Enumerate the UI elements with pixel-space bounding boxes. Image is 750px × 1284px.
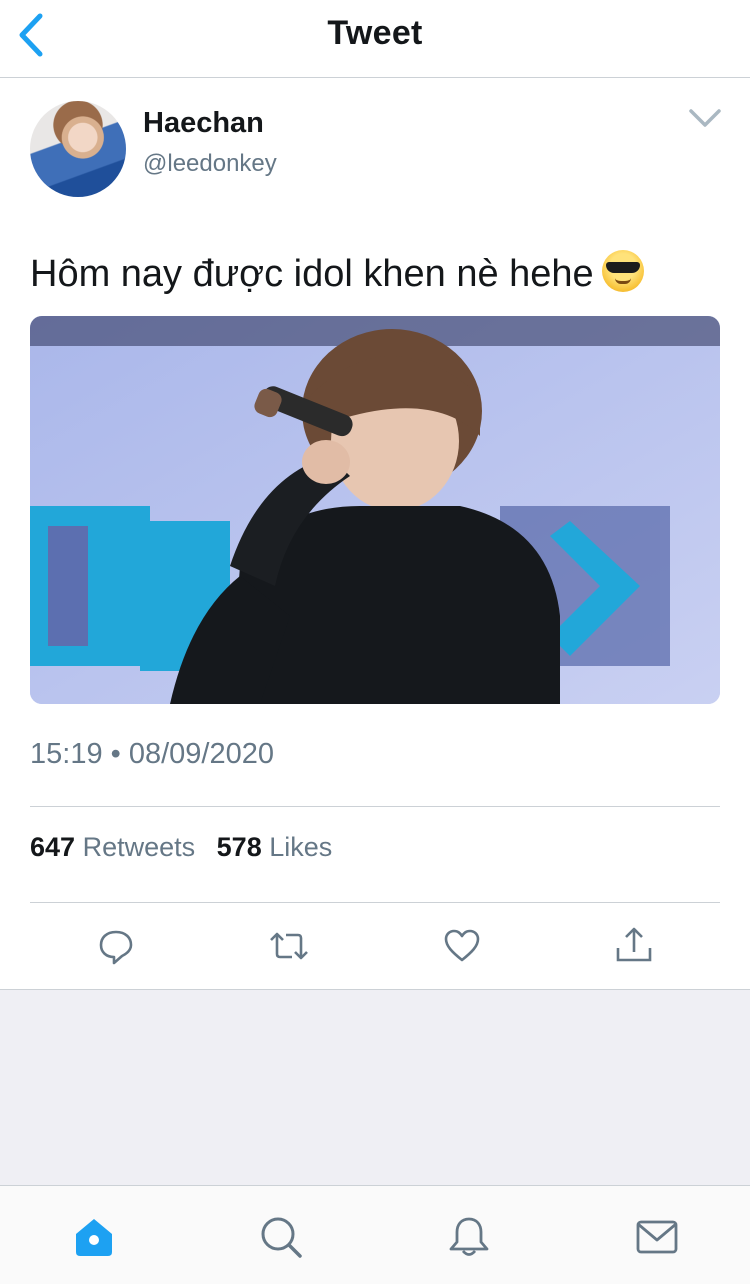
share-icon bbox=[616, 927, 652, 962]
tweet-detail-screen: Tweet Haechan @leedonkey Hôm nay được id… bbox=[0, 0, 750, 1284]
concert-photo-illustration bbox=[30, 316, 720, 704]
retweet-icon bbox=[270, 932, 308, 960]
retweets-label[interactable]: Retweets bbox=[83, 832, 196, 862]
divider bbox=[30, 806, 720, 807]
author-handle[interactable]: @leedonkey bbox=[143, 150, 277, 178]
tab-home[interactable] bbox=[71, 1214, 117, 1260]
home-icon bbox=[76, 1219, 112, 1256]
share-button[interactable] bbox=[614, 926, 654, 966]
sunglasses-emoji-icon bbox=[601, 250, 644, 292]
empty-replies-area bbox=[0, 989, 750, 1185]
tweet-text: Hôm nay được idol khen nè hehe bbox=[30, 250, 644, 296]
search-icon bbox=[261, 1217, 302, 1258]
nav-header: Tweet bbox=[0, 0, 750, 78]
divider bbox=[30, 902, 720, 903]
tweet-stats: 647 Retweets 578 Likes bbox=[30, 832, 346, 863]
bottom-tab-bar bbox=[0, 1185, 750, 1284]
envelope-icon bbox=[636, 1220, 678, 1254]
reply-icon bbox=[99, 930, 133, 965]
tweet-text-content: Hôm nay được idol khen nè hehe bbox=[30, 253, 594, 295]
tweet-media-photo[interactable] bbox=[30, 316, 720, 704]
author-display-name[interactable]: Haechan bbox=[143, 107, 264, 140]
avatar[interactable] bbox=[30, 101, 126, 197]
likes-label[interactable]: Likes bbox=[269, 832, 332, 862]
tweet-options-button[interactable] bbox=[688, 106, 722, 130]
bell-icon bbox=[449, 1217, 489, 1256]
tab-messages[interactable] bbox=[634, 1214, 680, 1260]
heart-icon bbox=[444, 929, 480, 962]
reply-button[interactable] bbox=[96, 926, 136, 966]
retweets-count[interactable]: 647 bbox=[30, 832, 75, 862]
tab-search[interactable] bbox=[258, 1214, 304, 1260]
retweet-button[interactable] bbox=[268, 926, 308, 966]
like-button[interactable] bbox=[442, 926, 482, 966]
tweet-timestamp: 15:19 • 08/09/2020 bbox=[30, 738, 274, 770]
chevron-down-icon bbox=[689, 109, 721, 127]
tab-notifications[interactable] bbox=[446, 1214, 492, 1260]
page-title: Tweet bbox=[327, 14, 423, 52]
likes-count[interactable]: 578 bbox=[217, 832, 262, 862]
